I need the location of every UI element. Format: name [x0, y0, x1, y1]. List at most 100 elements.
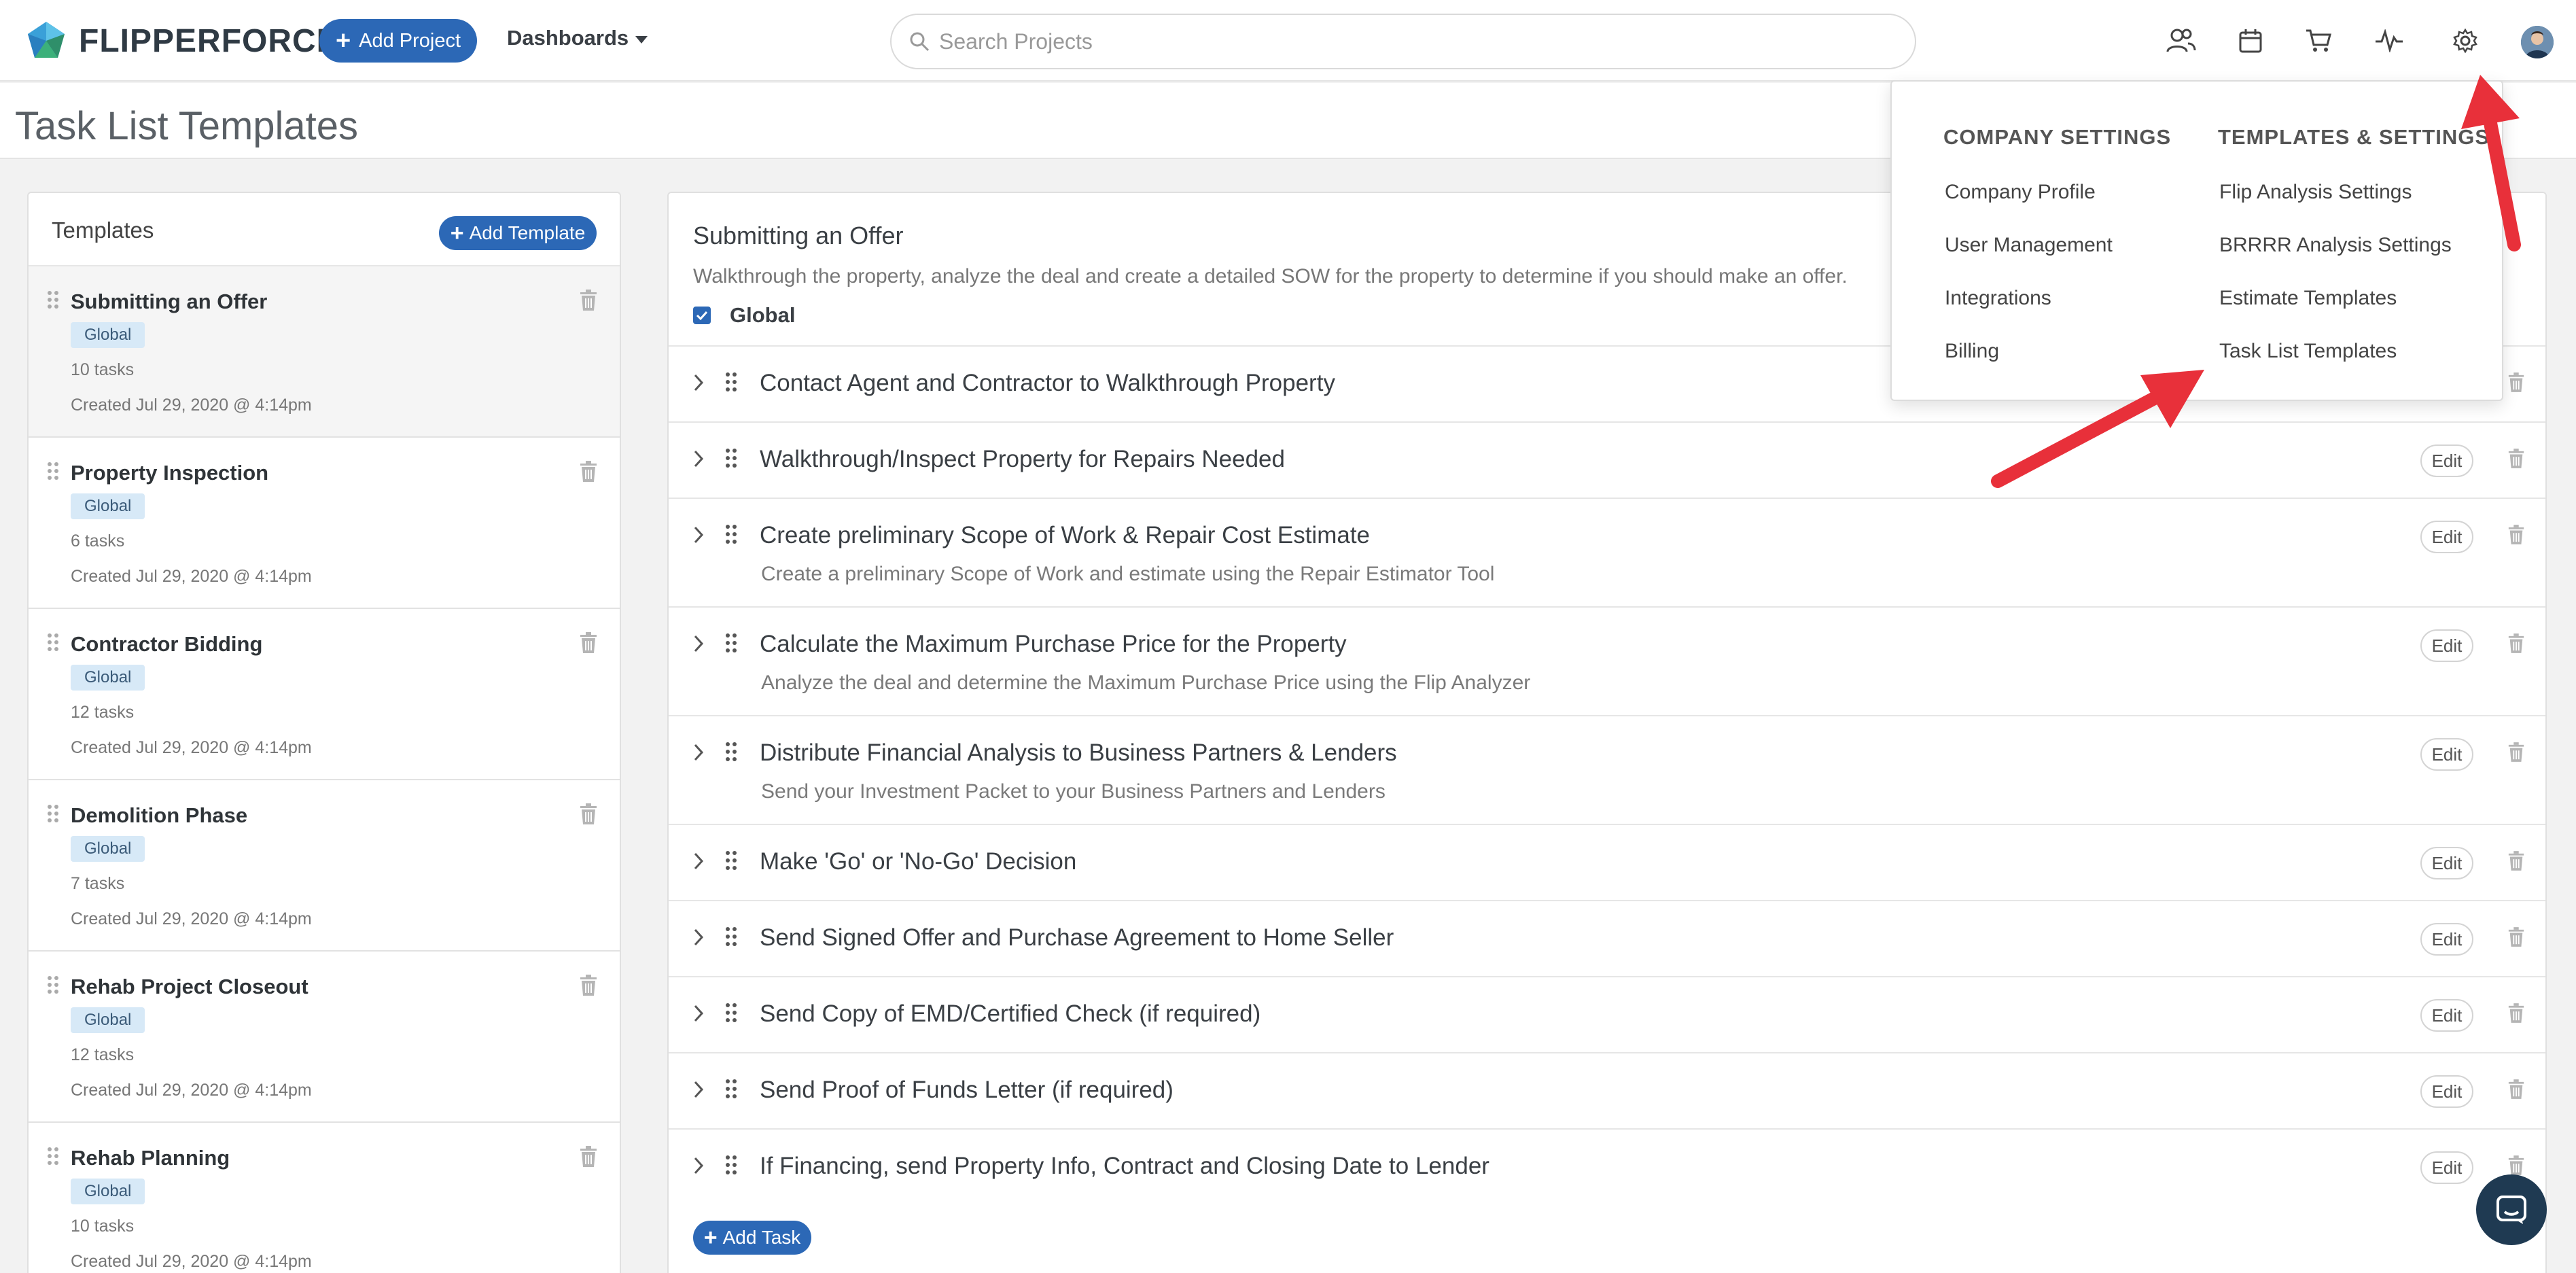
chevron-right-icon[interactable]	[692, 372, 705, 393]
task-row[interactable]: Make 'Go' or 'No-Go' Decision Edit	[669, 824, 2545, 900]
drag-handle-icon[interactable]	[46, 632, 60, 652]
trash-icon[interactable]	[2507, 1003, 2525, 1024]
chevron-right-icon[interactable]	[692, 1003, 705, 1024]
cart-icon[interactable]	[2301, 23, 2336, 58]
drag-handle-icon[interactable]	[46, 975, 60, 995]
task-title: Create preliminary Scope of Work & Repai…	[760, 522, 1371, 548]
task-row[interactable]: Send Proof of Funds Letter (if required)…	[669, 1052, 2545, 1128]
edit-task-button[interactable]: Edit	[2420, 1151, 2473, 1184]
template-created-date: Created Jul 29, 2020 @ 4:14pm	[71, 1252, 312, 1271]
contacts-icon[interactable]	[2164, 23, 2199, 58]
trash-icon[interactable]	[2507, 372, 2525, 393]
menu-flip-analysis-settings[interactable]: Flip Analysis Settings	[2219, 181, 2412, 204]
trash-icon[interactable]	[2507, 927, 2525, 947]
edit-task-button[interactable]: Edit	[2420, 521, 2473, 553]
trash-icon[interactable]	[2507, 1155, 2525, 1176]
template-list: Submitting an Offer Global 10 tasks Crea…	[29, 266, 620, 1273]
trash-icon[interactable]	[579, 290, 598, 311]
chevron-right-icon[interactable]	[692, 742, 705, 763]
template-list-item[interactable]: Rehab Project Closeout Global 12 tasks C…	[29, 952, 620, 1123]
checkbox-icon[interactable]	[693, 307, 711, 324]
drag-handle-icon[interactable]	[724, 523, 738, 545]
search-bar[interactable]	[890, 14, 1916, 69]
logo-icon	[28, 22, 65, 58]
drag-handle-icon[interactable]	[46, 1146, 60, 1166]
chevron-right-icon[interactable]	[692, 449, 705, 469]
template-task-count: 10 tasks	[71, 1217, 135, 1236]
template-list-item[interactable]: Property Inspection Global 6 tasks Creat…	[29, 438, 620, 609]
task-row[interactable]: Calculate the Maximum Purchase Price for…	[669, 606, 2545, 715]
task-row[interactable]: Walkthrough/Inspect Property for Repairs…	[669, 421, 2545, 498]
gear-icon[interactable]	[2448, 23, 2483, 58]
brand-logo[interactable]: FLIPPERFORCE	[26, 18, 339, 64]
menu-user-management[interactable]: User Management	[1945, 234, 2113, 257]
trash-icon[interactable]	[2507, 742, 2525, 763]
drag-handle-icon[interactable]	[46, 803, 60, 824]
drag-handle-icon[interactable]	[46, 461, 60, 481]
trash-icon[interactable]	[579, 1146, 598, 1168]
edit-task-button[interactable]: Edit	[2420, 1075, 2473, 1108]
menu-billing[interactable]: Billing	[1945, 340, 1999, 363]
drag-handle-icon[interactable]	[724, 371, 738, 393]
task-row[interactable]: Send Copy of EMD/Certified Check (if req…	[669, 976, 2545, 1052]
chevron-right-icon[interactable]	[692, 851, 705, 871]
dashboards-dropdown[interactable]: Dashboards	[507, 26, 648, 50]
chevron-right-icon[interactable]	[692, 1155, 705, 1176]
task-row[interactable]: Distribute Financial Analysis to Busines…	[669, 715, 2545, 824]
task-title: Make 'Go' or 'No-Go' Decision	[760, 848, 1077, 875]
add-task-button[interactable]: + Add Task	[693, 1221, 811, 1255]
trash-icon[interactable]	[2507, 449, 2525, 469]
add-project-label: Add Project	[359, 29, 461, 52]
drag-handle-icon[interactable]	[724, 926, 738, 947]
drag-handle-icon[interactable]	[724, 447, 738, 469]
chevron-right-icon[interactable]	[692, 633, 705, 654]
trash-icon[interactable]	[2507, 851, 2525, 871]
task-row[interactable]: Send Signed Offer and Purchase Agreement…	[669, 900, 2545, 976]
template-list-item[interactable]: Contractor Bidding Global 12 tasks Creat…	[29, 609, 620, 780]
add-project-button[interactable]: + Add Project	[319, 19, 477, 63]
task-row[interactable]: Create preliminary Scope of Work & Repai…	[669, 498, 2545, 606]
trash-icon[interactable]	[579, 461, 598, 483]
trash-icon[interactable]	[579, 632, 598, 654]
template-task-count: 12 tasks	[71, 703, 135, 722]
menu-integrations[interactable]: Integrations	[1945, 287, 2051, 310]
drag-handle-icon[interactable]	[46, 290, 60, 310]
drag-handle-icon[interactable]	[724, 1078, 738, 1100]
search-input[interactable]	[939, 29, 1877, 54]
template-list-item[interactable]: Submitting an Offer Global 10 tasks Crea…	[29, 266, 620, 438]
drag-handle-icon[interactable]	[724, 850, 738, 871]
edit-task-button[interactable]: Edit	[2420, 738, 2473, 771]
drag-handle-icon[interactable]	[724, 632, 738, 654]
add-template-button[interactable]: + Add Template	[439, 216, 597, 250]
edit-task-button[interactable]: Edit	[2420, 847, 2473, 879]
edit-task-button[interactable]: Edit	[2420, 629, 2473, 662]
drag-handle-icon[interactable]	[724, 1154, 738, 1176]
menu-company-profile[interactable]: Company Profile	[1945, 181, 2096, 204]
global-toggle[interactable]: Global	[693, 303, 795, 328]
drag-handle-icon[interactable]	[724, 1002, 738, 1024]
menu-brrrr-analysis-settings[interactable]: BRRRR Analysis Settings	[2219, 234, 2452, 257]
trash-icon[interactable]	[2507, 525, 2525, 545]
edit-task-button[interactable]: Edit	[2420, 923, 2473, 956]
chevron-right-icon[interactable]	[692, 525, 705, 545]
edit-task-button[interactable]: Edit	[2420, 444, 2473, 477]
calendar-icon[interactable]	[2233, 23, 2268, 58]
global-badge: Global	[71, 1179, 145, 1204]
template-list-item[interactable]: Demolition Phase Global 7 tasks Created …	[29, 780, 620, 952]
avatar[interactable]	[2521, 26, 2554, 58]
menu-estimate-templates[interactable]: Estimate Templates	[2219, 287, 2397, 310]
menu-task-list-templates[interactable]: Task List Templates	[2219, 340, 2397, 363]
edit-task-button[interactable]: Edit	[2420, 999, 2473, 1032]
trash-icon[interactable]	[2507, 633, 2525, 654]
chevron-right-icon[interactable]	[692, 927, 705, 947]
trash-icon[interactable]	[579, 803, 598, 825]
trash-icon[interactable]	[579, 975, 598, 996]
top-navbar: FLIPPERFORCE + Add Project Dashboards	[0, 0, 2576, 82]
trash-icon[interactable]	[2507, 1079, 2525, 1100]
drag-handle-icon[interactable]	[724, 741, 738, 763]
chat-button[interactable]	[2476, 1174, 2547, 1245]
activity-icon[interactable]	[2371, 23, 2407, 58]
chevron-right-icon[interactable]	[692, 1079, 705, 1100]
template-list-item[interactable]: Rehab Planning Global 10 tasks Created J…	[29, 1123, 620, 1273]
task-row[interactable]: If Financing, send Property Info, Contra…	[669, 1128, 2545, 1204]
